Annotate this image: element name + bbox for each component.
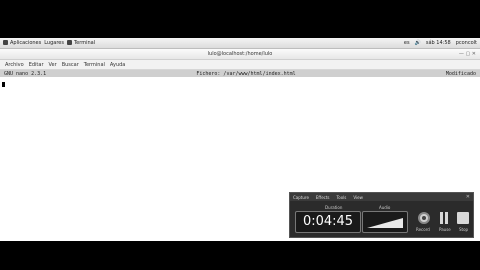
language-indicator[interactable]: es — [404, 40, 410, 46]
audio-label: Audio — [379, 205, 391, 210]
menu-buscar[interactable]: Buscar — [62, 62, 79, 68]
record-label: Record — [416, 227, 430, 232]
nano-version: GNU nano 2.3.1 — [4, 70, 47, 77]
record-button[interactable] — [418, 212, 430, 224]
clock[interactable]: sáb 14:58 — [426, 40, 451, 46]
menu-ver[interactable]: Ver — [49, 62, 57, 68]
audio-level-meter — [362, 211, 408, 233]
app-menu-icon — [3, 40, 8, 45]
terminal-icon — [66, 40, 72, 45]
text-cursor — [2, 82, 5, 87]
user-menu[interactable]: pconcolt — [456, 40, 477, 46]
window-controls[interactable]: — ▢ ✕ — [459, 49, 476, 59]
nano-status: Modificado — [445, 70, 476, 77]
screen-recorder-window: Capture Effects Tools View ✕ Duration 0:… — [289, 192, 474, 238]
terminal-label: Terminal — [73, 40, 96, 46]
recorder-menu-view[interactable]: View — [353, 195, 363, 200]
recorder-menubar: Capture Effects Tools View — [290, 193, 473, 201]
duration-display: 0:04:45 — [295, 211, 361, 233]
nano-filename: Fichero: /var/www/html/index.html — [196, 70, 296, 77]
recorder-close-icon[interactable]: ✕ — [466, 193, 470, 201]
places-menu[interactable]: Lugares — [44, 40, 64, 46]
menu-ayuda[interactable]: Ayuda — [110, 62, 125, 68]
duration-label: Duration — [325, 205, 343, 210]
menu-archivo[interactable]: Archivo — [5, 62, 24, 68]
stop-button[interactable] — [457, 212, 469, 224]
applications-menu[interactable]: Aplicaciones — [3, 40, 41, 46]
recorder-menu-tools[interactable]: Tools — [337, 195, 347, 200]
terminal-launcher[interactable]: Terminal — [66, 40, 96, 46]
window-title: lulo@localhost:/home/lulo — [207, 51, 273, 57]
stop-label: Stop — [459, 227, 469, 232]
terminal-menubar: Archivo Editar Ver Buscar Terminal Ayuda — [0, 60, 480, 70]
pause-button[interactable] — [439, 212, 449, 224]
nano-header: GNU nano 2.3.1 Fichero: /var/www/html/in… — [0, 70, 480, 77]
recorder-menu-effects[interactable]: Effects — [316, 195, 330, 200]
window-titlebar[interactable]: lulo@localhost:/home/lulo — ▢ ✕ — [0, 49, 480, 60]
menu-editar[interactable]: Editar — [29, 62, 44, 68]
recorder-body: Duration 0:04:45 Audio Record Pause Stop — [290, 202, 473, 238]
menu-terminal[interactable]: Terminal — [84, 62, 105, 68]
volume-icon[interactable]: 🔊 — [415, 40, 421, 46]
pause-label: Pause — [439, 227, 451, 232]
audio-level-graphic — [367, 218, 403, 228]
recorder-menu-capture[interactable]: Capture — [293, 195, 309, 200]
top-panel: Aplicaciones Lugares Terminal es 🔊 sáb 1… — [0, 38, 480, 49]
applications-label: Aplicaciones — [10, 40, 42, 46]
